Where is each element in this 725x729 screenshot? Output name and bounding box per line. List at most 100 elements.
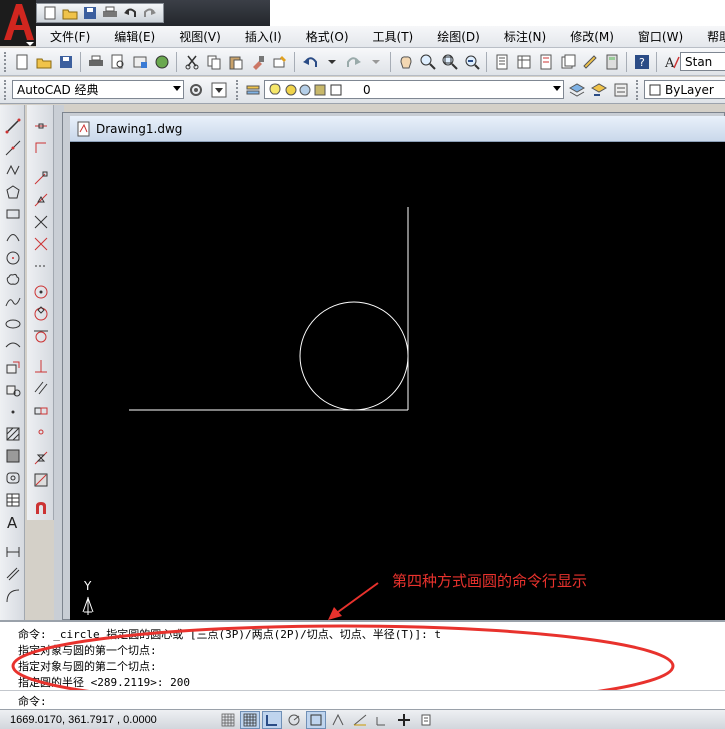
match-properties-icon[interactable]: [247, 51, 268, 72]
plot-icon[interactable]: [85, 51, 106, 72]
dynamic-input-icon[interactable]: [394, 711, 414, 729]
redo-dropdown-icon[interactable]: [365, 51, 386, 72]
new-file-icon[interactable]: [41, 5, 59, 21]
undo-icon[interactable]: [299, 51, 320, 72]
toolbar-grip[interactable]: [4, 51, 8, 72]
polar-tracking-icon[interactable]: [284, 711, 304, 729]
menu-window[interactable]: 窗口(W): [624, 28, 693, 45]
snap-midpoint-icon[interactable]: [30, 189, 51, 210]
workspace-settings-icon[interactable]: [185, 79, 206, 100]
menu-draw[interactable]: 绘图(D): [423, 28, 490, 45]
print-icon[interactable]: [101, 5, 119, 21]
open-icon[interactable]: [33, 51, 54, 72]
workspace-dropdown-icon[interactable]: [208, 79, 229, 100]
snap-node-icon[interactable]: [30, 421, 51, 442]
application-menu-button[interactable]: [0, 0, 36, 46]
block-editor-icon[interactable]: [269, 51, 290, 72]
layer-properties-icon[interactable]: [242, 79, 263, 100]
menu-modify[interactable]: 修改(M): [556, 28, 624, 45]
snap-intersection-icon[interactable]: [30, 211, 51, 232]
ortho-mode-icon[interactable]: [262, 710, 282, 729]
snap-quadrant-icon[interactable]: [30, 303, 51, 324]
redo-icon[interactable]: [343, 51, 364, 72]
ellipse-icon[interactable]: [2, 313, 23, 334]
drawing-canvas[interactable]: Y: [70, 142, 725, 620]
coordinate-display[interactable]: 1669.0170, 361.7917 , 0.0000: [0, 714, 218, 726]
3d-object-snap-icon[interactable]: [328, 711, 348, 729]
snap-parallel-icon[interactable]: [30, 377, 51, 398]
sheet-set-icon[interactable]: [557, 51, 578, 72]
save-icon[interactable]: [55, 51, 76, 72]
table-icon[interactable]: [2, 489, 23, 510]
construction-line-icon[interactable]: [2, 137, 23, 158]
zoom-window-icon[interactable]: [439, 51, 460, 72]
layer-previous-icon[interactable]: [588, 79, 609, 100]
arc-length-icon[interactable]: [2, 585, 23, 606]
snap-tangent-icon[interactable]: [30, 325, 51, 346]
snap-nearest-icon[interactable]: [30, 447, 51, 468]
hatch-icon[interactable]: [2, 423, 23, 444]
command-input[interactable]: 命令:: [0, 690, 725, 708]
snap-mode-icon[interactable]: [218, 711, 238, 729]
object-snap-tracking-icon[interactable]: [350, 711, 370, 729]
menu-insert[interactable]: 插入(I): [231, 28, 292, 45]
linear-dimension-icon[interactable]: [2, 541, 23, 562]
make-block-icon[interactable]: [2, 379, 23, 400]
snap-endpoint-icon[interactable]: [30, 167, 51, 188]
region-icon[interactable]: [2, 467, 23, 488]
osnap-settings-icon[interactable]: [30, 497, 51, 518]
drawing-tab[interactable]: Drawing1.dwg: [70, 116, 725, 142]
toolbar-grip[interactable]: [236, 80, 240, 100]
markup-set-icon[interactable]: [579, 51, 600, 72]
undo-dropdown-icon[interactable]: [321, 51, 342, 72]
paste-icon[interactable]: [225, 51, 246, 72]
pan-icon[interactable]: [395, 51, 416, 72]
text-style-combo[interactable]: Stan: [680, 52, 725, 71]
multiline-text-icon[interactable]: A: [2, 511, 23, 532]
undo-icon[interactable]: [121, 5, 139, 21]
snap-apparent-intersection-icon[interactable]: [30, 233, 51, 254]
layer-combo[interactable]: 0: [264, 80, 564, 99]
color-combo[interactable]: ByLayer: [644, 80, 725, 99]
text-style-icon[interactable]: A: [661, 51, 682, 72]
polyline-icon[interactable]: [2, 159, 23, 180]
object-snap-icon[interactable]: [306, 710, 326, 729]
spline-icon[interactable]: [2, 291, 23, 312]
circle-icon[interactable]: [2, 247, 23, 268]
3d-dwf-icon[interactable]: [151, 51, 172, 72]
publish-icon[interactable]: [129, 51, 150, 72]
save-icon[interactable]: [81, 5, 99, 21]
aligned-dimension-icon[interactable]: [2, 563, 23, 584]
temporary-track-point-icon[interactable]: [30, 115, 51, 136]
tangent-circle[interactable]: [299, 301, 409, 411]
rectangle-icon[interactable]: [2, 203, 23, 224]
cut-icon[interactable]: [181, 51, 202, 72]
arc-icon[interactable]: [2, 225, 23, 246]
plot-preview-icon[interactable]: [107, 51, 128, 72]
snap-none-icon[interactable]: [30, 469, 51, 490]
insert-block-icon[interactable]: [2, 357, 23, 378]
grid-display-icon[interactable]: [240, 710, 260, 729]
menu-view[interactable]: 视图(V): [165, 28, 231, 45]
snap-from-icon[interactable]: [30, 137, 51, 158]
properties-icon[interactable]: [491, 51, 512, 72]
snap-perpendicular-icon[interactable]: [30, 355, 51, 376]
quickcalc-icon[interactable]: [601, 51, 622, 72]
ellipse-arc-icon[interactable]: [2, 335, 23, 356]
tool-palettes-icon[interactable]: [535, 51, 556, 72]
revision-cloud-icon[interactable]: [2, 269, 23, 290]
gradient-icon[interactable]: [2, 445, 23, 466]
point-icon[interactable]: [2, 401, 23, 422]
zoom-previous-icon[interactable]: [461, 51, 482, 72]
toolbar-grip[interactable]: [4, 80, 8, 100]
zoom-realtime-icon[interactable]: [417, 51, 438, 72]
menu-dimension[interactable]: 标注(N): [490, 28, 556, 45]
menu-help[interactable]: 帮助(: [693, 28, 725, 45]
make-object-layer-current-icon[interactable]: [566, 79, 587, 100]
snap-center-icon[interactable]: [30, 281, 51, 302]
menu-edit[interactable]: 编辑(E): [100, 28, 165, 45]
menu-tools[interactable]: 工具(T): [359, 28, 424, 45]
menu-file[interactable]: 文件(F): [36, 28, 100, 45]
qnew-icon[interactable]: [11, 51, 32, 72]
dynamic-ucs-icon[interactable]: [372, 711, 392, 729]
